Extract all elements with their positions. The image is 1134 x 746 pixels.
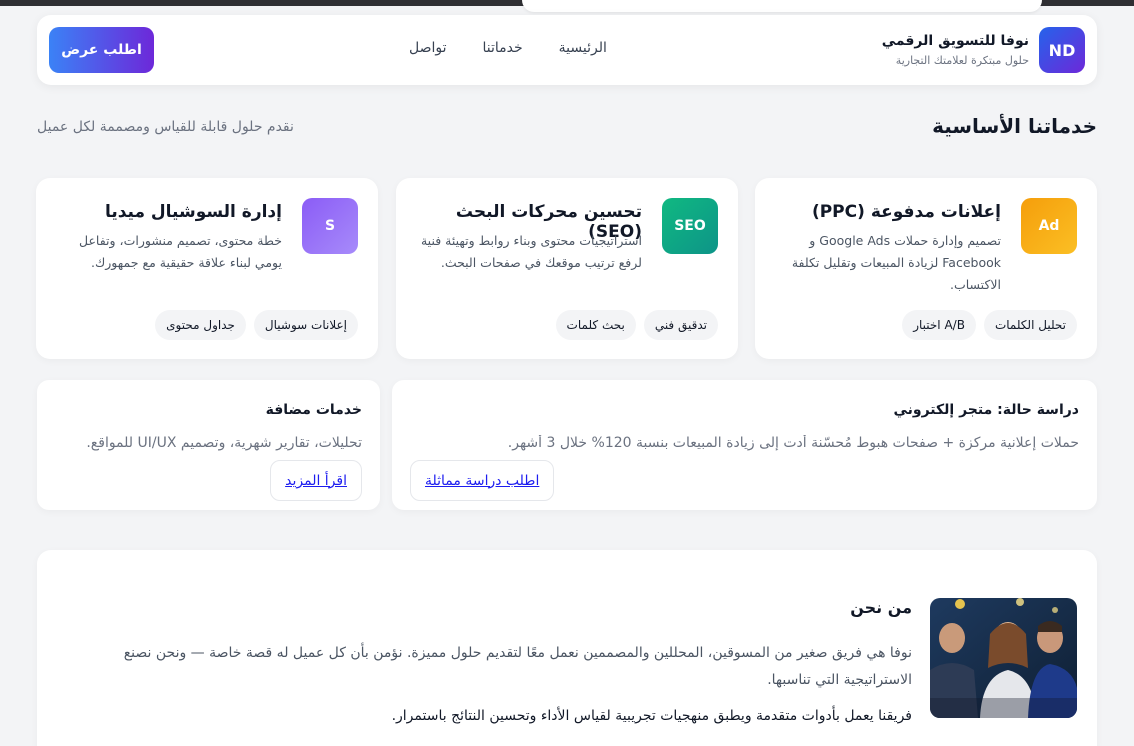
tag: تحليل الكلمات bbox=[983, 310, 1077, 340]
nav-home[interactable]: الرئيسية bbox=[559, 40, 607, 56]
top-bar bbox=[522, 0, 1042, 12]
brand-name: نوفا للتسويق الرقمي bbox=[881, 33, 1029, 49]
service-card-social: S إدارة السوشيال ميديا خطة محتوى، تصميم … bbox=[36, 178, 378, 359]
service-card-tags: تحليل الكلمات A/B اختبار bbox=[902, 310, 1077, 340]
service-card-description: تصميم وإدارة حملات Google Ads و Facebook… bbox=[791, 233, 1001, 292]
service-card-seo: SEO تحسين محركات البحث (SEO) استراتيجيات… bbox=[396, 178, 738, 359]
about-section: من نحن نوفا هي فريق صغير من المسوقين، ال… bbox=[37, 550, 1097, 746]
team-photo-image bbox=[930, 598, 1077, 718]
about-paragraph-secondary: فريقنا يعمل بأدوات متقدمة ويطبق منهجيات … bbox=[391, 708, 912, 724]
social-icon: S bbox=[302, 198, 358, 254]
seo-icon: SEO bbox=[662, 198, 718, 254]
site-header: ND نوفا للتسويق الرقمي حلول مبتكرة لعلام… bbox=[37, 15, 1097, 85]
brand[interactable]: ND نوفا للتسويق الرقمي حلول مبتكرة لعلام… bbox=[882, 27, 1085, 73]
tag: A/B اختبار bbox=[902, 310, 976, 340]
case-study-text: حملات إعلانية مركزة + صفحات هبوط مُحسّنة… bbox=[507, 435, 1079, 451]
nav-services[interactable]: خدماتنا bbox=[483, 40, 523, 56]
request-similar-study-button[interactable]: اطلب دراسة مماثلة bbox=[410, 460, 555, 501]
extra-services-title: خدمات مضافة bbox=[265, 402, 362, 418]
extra-services-text: تحليلات، تقارير شهرية، وتصميم UI/UX للمو… bbox=[86, 435, 362, 451]
about-title: من نحن bbox=[850, 598, 912, 617]
ad-icon: Ad bbox=[1021, 198, 1077, 254]
service-card-tags: إعلانات سوشيال جداول محتوى bbox=[155, 310, 358, 340]
tag: جداول محتوى bbox=[155, 310, 246, 340]
case-study-title: دراسة حالة: متجر إلكتروني bbox=[893, 402, 1079, 418]
service-card-ppc: Ad إعلانات مدفوعة (PPC) تصميم وإدارة حمل… bbox=[755, 178, 1097, 359]
service-card-tags: تدقيق فني بحث كلمات bbox=[555, 310, 718, 340]
tag: بحث كلمات bbox=[555, 310, 636, 340]
nav-contact[interactable]: تواصل bbox=[409, 40, 447, 56]
service-card-description: استراتيجيات محتوى وبناء روابط وتهيئة فني… bbox=[420, 233, 642, 270]
request-quote-button[interactable]: اطلب عرض bbox=[49, 27, 154, 73]
service-card-title: إدارة السوشيال ميديا bbox=[104, 202, 282, 222]
brand-logo: ND bbox=[1039, 27, 1085, 73]
services-subtitle: نقدم حلول قابلة للقياس ومصممة لكل عميل bbox=[37, 119, 294, 135]
tag: إعلانات سوشيال bbox=[253, 310, 358, 340]
main-nav: الرئيسية خدماتنا تواصل bbox=[409, 40, 607, 56]
read-more-button[interactable]: اقرأ المزيد bbox=[270, 460, 362, 501]
team-photo bbox=[930, 598, 1077, 718]
services-title: خدماتنا الأساسية bbox=[932, 114, 1097, 138]
brand-tagline: حلول مبتكرة لعلامتك التجارية bbox=[895, 54, 1029, 67]
tag: تدقيق فني bbox=[643, 310, 718, 340]
case-study-box: دراسة حالة: متجر إلكتروني حملات إعلانية … bbox=[392, 380, 1097, 510]
service-card-title: إعلانات مدفوعة (PPC) bbox=[811, 202, 1001, 222]
service-card-description: خطة محتوى، تصميم منشورات، وتفاعل يومي لب… bbox=[79, 233, 282, 270]
about-paragraph: نوفا هي فريق صغير من المسوقين، المحللين … bbox=[123, 645, 912, 688]
extra-services-box: خدمات مضافة تحليلات، تقارير شهرية، وتصمي… bbox=[37, 380, 380, 510]
